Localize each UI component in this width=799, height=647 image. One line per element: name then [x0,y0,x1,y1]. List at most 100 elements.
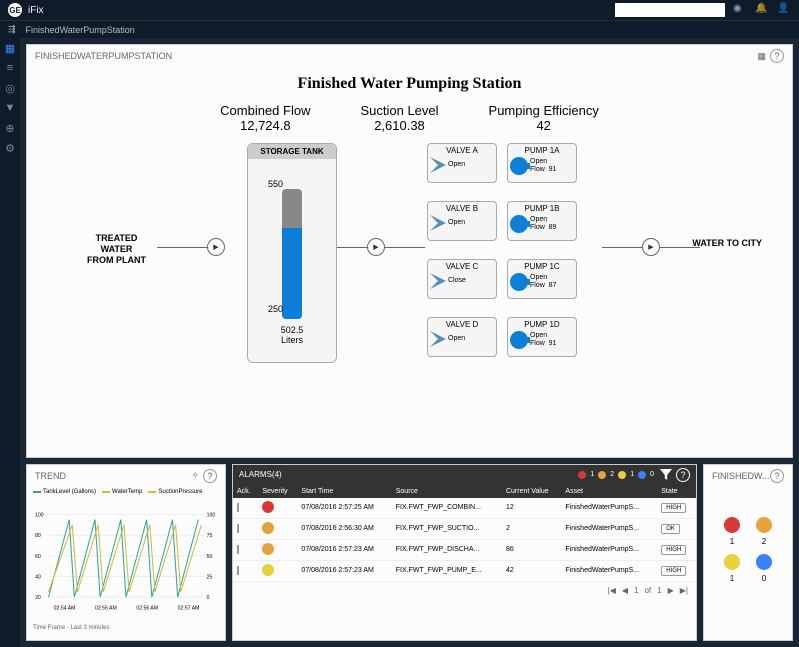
column-header[interactable]: Ack. [233,485,258,498]
globe-icon[interactable]: ◉ [733,3,747,17]
search-input[interactable] [615,3,725,17]
valve-box[interactable]: VALVE C Close [427,259,497,299]
svg-text:02:54 AM: 02:54 AM [54,605,76,611]
svg-text:20: 20 [35,595,41,601]
summary-count: 1 [724,537,740,546]
summary-item[interactable]: 1 [724,554,740,583]
tank-title: STORAGE TANK [248,144,336,159]
alarm-source: FIX.FWT_FWP_COMBIN... [392,498,502,519]
ack-checkbox[interactable] [237,524,239,533]
ack-checkbox[interactable] [237,503,239,512]
column-header[interactable]: Source [392,485,502,498]
legend-item[interactable]: SuctionPressure [148,489,202,495]
alarm-row[interactable]: 07/08/2016 2:56:30 AM FIX.FWT_FWP_SUCTIO… [233,518,696,539]
pump-box[interactable]: PUMP 1B OpenFlow 89 [507,201,577,241]
metric-label: Pumping Efficiency [489,103,599,118]
summary-item[interactable]: 1 [724,517,740,546]
nav-db-icon[interactable]: ◎ [3,82,17,96]
pump-box[interactable]: PUMP 1A OpenFlow 91 [507,143,577,183]
breadcrumb-bar: ⇶ FinishedWaterPumpStation [0,20,799,38]
severity-dot-icon [262,564,274,576]
alarm-row[interactable]: 07/08/2016 2:57:23 AM FIX.FWT_FWP_DISCHA… [233,539,696,560]
severity-dot-icon [262,543,274,555]
alarm-time: 07/08/2016 2:57:25 AM [297,498,391,519]
pump-box[interactable]: PUMP 1D OpenFlow 91 [507,317,577,357]
pump-state: OpenFlow 89 [530,216,556,231]
valve-box[interactable]: VALVE D Open [427,317,497,357]
column-header[interactable]: Severity [258,485,297,498]
valve-box[interactable]: VALVE A Open [427,143,497,183]
filter-icon[interactable] [660,469,672,481]
share-icon[interactable]: ⇶ [8,24,16,35]
alarm-time: 07/08/2016 2:57:23 AM [297,560,391,581]
pump-name: PUMP 1A [510,146,574,155]
svg-text:02:56 AM: 02:56 AM [136,605,158,611]
breadcrumb[interactable]: FinishedWaterPumpStation [26,25,135,35]
nav-gear-icon[interactable]: ⚙ [3,142,17,156]
alarm-row[interactable]: 07/08/2016 2:57:23 AM FIX.FWT_FWP_PUMP_E… [233,560,696,581]
valve-name: VALVE B [430,204,494,213]
bell-icon[interactable]: 🔔 [755,3,769,17]
column-header[interactable]: Start Time [297,485,391,498]
ack-checkbox[interactable] [237,545,239,554]
user-icon[interactable]: 👤 [777,3,791,17]
help-icon[interactable]: ? [770,49,784,63]
nav-dashboard-icon[interactable]: ▦ [3,42,17,56]
alarm-asset: FinishedWaterPumpS... [561,498,657,519]
tank-units: Liters [281,335,303,345]
pump-icon [510,331,528,349]
summary-count: 2 [756,537,772,546]
help-icon[interactable]: ? [203,469,217,483]
column-header[interactable]: Asset [561,485,657,498]
severity-count: 2 [610,471,614,478]
pump-name: PUMP 1D [510,320,574,329]
alarms-panel: ALARMS(4) 1210 ? Ack.SeverityStart TimeS… [232,464,697,641]
state-button[interactable]: HIGH [661,503,686,513]
alarm-source: FIX.FWT_FWP_DISCHA... [392,539,502,560]
svg-text:0: 0 [207,595,210,601]
legend-item[interactable]: WaterTemp [102,489,142,495]
state-button[interactable]: HIGH [661,566,686,576]
page-prev-button[interactable]: ◀ [622,586,628,595]
column-header[interactable]: Current Value [502,485,561,498]
help-icon[interactable]: ? [770,469,784,483]
summary-item[interactable]: 0 [756,554,772,583]
nav-shield-icon[interactable]: ▼ [3,102,17,116]
flow-arrow-icon [207,238,225,256]
compass-icon[interactable]: ✧ [191,470,199,481]
state-button[interactable]: OK [661,524,680,534]
page-next-button[interactable]: ▶ [668,586,674,595]
svg-text:60: 60 [35,554,41,560]
valve-box[interactable]: VALVE B Open [427,201,497,241]
summary-item[interactable]: 2 [756,517,772,546]
help-icon[interactable]: ? [676,468,690,482]
alarm-value: 12 [502,498,561,519]
state-button[interactable]: HIGH [661,545,686,555]
legend-item[interactable]: TankLevel (Gallons) [33,489,96,495]
column-header[interactable]: State [657,485,696,498]
nav-list-icon[interactable]: ≡ [3,62,17,76]
severity-dot-icon [756,517,772,533]
trend-chart[interactable]: 10080604020 1007550250 02:54 AM02:55 AM0… [33,501,219,621]
valve-icon [430,157,446,173]
metric-label: Combined Flow [220,103,310,118]
page-first-button[interactable]: |◀ [608,586,616,595]
valve-name: VALVE C [430,262,494,271]
metric-value: 2,610.38 [360,118,438,133]
ack-checkbox[interactable] [237,566,239,575]
svg-text:50: 50 [207,554,213,560]
severity-dot-icon [756,554,772,570]
pump-box[interactable]: PUMP 1C OpenFlow 87 [507,259,577,299]
valve-name: VALVE D [430,320,494,329]
alarm-row[interactable]: 07/08/2016 2:57:25 AM FIX.FWT_FWP_COMBIN… [233,498,696,519]
page-last-button[interactable]: ▶| [680,586,688,595]
alarms-table: Ack.SeverityStart TimeSourceCurrent Valu… [233,485,696,582]
svg-text:40: 40 [35,574,41,580]
nav-flow-icon[interactable]: ⊕ [3,122,17,136]
storage-tank[interactable]: STORAGE TANK 550 250 502.5Liters [247,143,337,363]
grid-icon[interactable]: ▦ [757,51,766,62]
valve-state: Open [448,219,465,227]
legend-label: TankLevel (Gallons) [43,489,96,495]
severity-dot-icon [262,522,274,534]
alarm-asset: FinishedWaterPumpS... [561,518,657,539]
